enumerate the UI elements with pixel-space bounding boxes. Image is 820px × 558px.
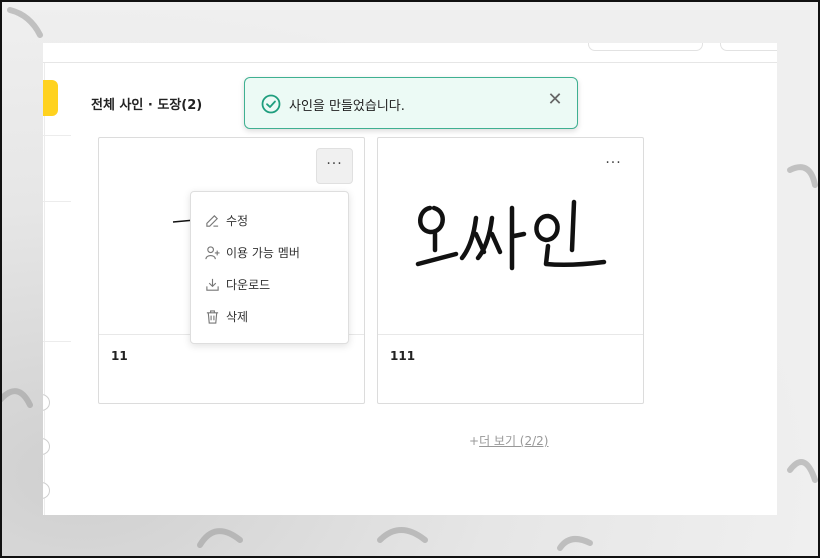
signature-name: 11 [111, 349, 128, 363]
menu-item-label: 다운로드 [226, 277, 271, 292]
plus-icon: + [469, 434, 480, 448]
signature-name: 111 [390, 349, 416, 363]
more-options-button[interactable]: ··· [595, 148, 632, 184]
sidebar-divider [43, 201, 71, 202]
section-title: 전체 사인 · 도장(2) [91, 98, 203, 113]
menu-item-label: 수정 [226, 213, 249, 228]
download-icon [206, 278, 219, 291]
signature-card[interactable]: ··· 111 [377, 137, 644, 404]
sidebar-radio[interactable] [43, 482, 50, 499]
toast-message: 사인을 만들었습니다. [289, 99, 405, 114]
check-circle-icon [261, 94, 281, 114]
menu-item-members[interactable]: 이용 가능 멤버 [205, 241, 300, 263]
sidebar-radio[interactable] [43, 394, 50, 411]
create-sign-button[interactable] [43, 80, 58, 116]
load-more-link[interactable]: +더 보기 (2/2) [469, 432, 549, 449]
more-options-button[interactable]: ··· [316, 148, 353, 184]
sidebar-divider [43, 135, 71, 136]
sidebar-divider [43, 341, 71, 342]
top-bar [43, 43, 777, 63]
app-window: 전체 사인 · 도장(2) ··· 11 ··· 111 수정 이용 가능 멤버… [43, 43, 777, 515]
sidebar-radio[interactable] [43, 438, 50, 455]
close-icon[interactable]: ✕ [547, 91, 563, 109]
menu-item-label: 삭제 [226, 309, 249, 324]
trash-icon [206, 309, 219, 324]
menu-item-edit[interactable]: 수정 [205, 209, 248, 231]
load-more-label: 더 보기 (2/2) [479, 434, 549, 448]
success-toast: 사인을 만들었습니다. ✕ [244, 77, 578, 129]
user-plus-icon [205, 245, 220, 259]
top-bar-button[interactable] [720, 43, 777, 51]
card-context-menu: 수정 이용 가능 멤버 다운로드 삭제 [190, 191, 349, 344]
menu-item-label: 이용 가능 멤버 [226, 245, 300, 260]
top-bar-button[interactable] [588, 43, 703, 51]
menu-item-delete[interactable]: 삭제 [205, 305, 248, 327]
menu-item-download[interactable]: 다운로드 [205, 273, 270, 295]
edit-icon [206, 214, 219, 227]
